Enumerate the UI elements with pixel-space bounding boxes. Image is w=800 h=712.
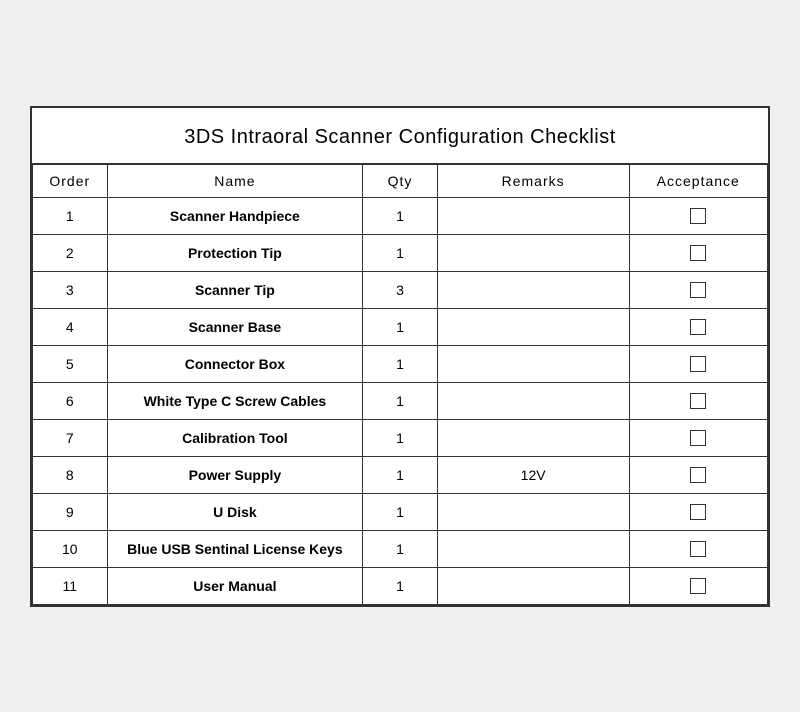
cell-qty: 1 [363, 419, 438, 456]
header-remarks: Remarks [437, 164, 629, 197]
cell-acceptance[interactable] [629, 197, 768, 234]
acceptance-checkbox[interactable] [690, 541, 706, 557]
cell-qty: 1 [363, 530, 438, 567]
table-header-row: Order Name Qty Remarks Acceptance [33, 164, 768, 197]
table-row: 7Calibration Tool1 [33, 419, 768, 456]
acceptance-checkbox[interactable] [690, 282, 706, 298]
table-row: 6White Type C Screw Cables1 [33, 382, 768, 419]
checklist-title: 3DS Intraoral Scanner Configuration Chec… [32, 108, 768, 164]
table-row: 2Protection Tip1 [33, 234, 768, 271]
acceptance-checkbox[interactable] [690, 356, 706, 372]
cell-remarks [437, 345, 629, 382]
header-qty: Qty [363, 164, 438, 197]
acceptance-checkbox[interactable] [690, 430, 706, 446]
cell-acceptance[interactable] [629, 530, 768, 567]
cell-order: 4 [33, 308, 108, 345]
cell-qty: 1 [363, 456, 438, 493]
cell-remarks [437, 382, 629, 419]
cell-qty: 1 [363, 567, 438, 604]
cell-remarks [437, 308, 629, 345]
cell-order: 9 [33, 493, 108, 530]
cell-qty: 1 [363, 197, 438, 234]
cell-name: Power Supply [107, 456, 363, 493]
cell-order: 7 [33, 419, 108, 456]
table-row: 11User Manual1 [33, 567, 768, 604]
header-order: Order [33, 164, 108, 197]
cell-order: 10 [33, 530, 108, 567]
cell-remarks [437, 234, 629, 271]
cell-name: User Manual [107, 567, 363, 604]
checklist-table: Order Name Qty Remarks Acceptance 1Scann… [32, 164, 768, 605]
cell-remarks [437, 493, 629, 530]
acceptance-checkbox[interactable] [690, 393, 706, 409]
acceptance-checkbox[interactable] [690, 245, 706, 261]
cell-name: Blue USB Sentinal License Keys [107, 530, 363, 567]
table-row: 9U Disk1 [33, 493, 768, 530]
acceptance-checkbox[interactable] [690, 319, 706, 335]
header-name: Name [107, 164, 363, 197]
table-row: 1Scanner Handpiece1 [33, 197, 768, 234]
cell-name: Connector Box [107, 345, 363, 382]
acceptance-checkbox[interactable] [690, 504, 706, 520]
cell-acceptance[interactable] [629, 493, 768, 530]
cell-name: U Disk [107, 493, 363, 530]
cell-acceptance[interactable] [629, 456, 768, 493]
cell-order: 8 [33, 456, 108, 493]
cell-remarks: 12V [437, 456, 629, 493]
cell-remarks [437, 530, 629, 567]
table-row: 10Blue USB Sentinal License Keys1 [33, 530, 768, 567]
cell-qty: 1 [363, 234, 438, 271]
cell-acceptance[interactable] [629, 419, 768, 456]
checklist-container: 3DS Intraoral Scanner Configuration Chec… [30, 106, 770, 607]
cell-order: 3 [33, 271, 108, 308]
cell-qty: 1 [363, 382, 438, 419]
cell-acceptance[interactable] [629, 271, 768, 308]
table-body: 1Scanner Handpiece12Protection Tip13Scan… [33, 197, 768, 604]
cell-name: Calibration Tool [107, 419, 363, 456]
cell-acceptance[interactable] [629, 234, 768, 271]
header-acceptance: Acceptance [629, 164, 768, 197]
cell-acceptance[interactable] [629, 567, 768, 604]
acceptance-checkbox[interactable] [690, 208, 706, 224]
table-row: 5Connector Box1 [33, 345, 768, 382]
cell-remarks [437, 419, 629, 456]
cell-remarks [437, 271, 629, 308]
cell-qty: 3 [363, 271, 438, 308]
cell-order: 2 [33, 234, 108, 271]
acceptance-checkbox[interactable] [690, 467, 706, 483]
cell-remarks [437, 197, 629, 234]
cell-order: 1 [33, 197, 108, 234]
cell-order: 6 [33, 382, 108, 419]
cell-name: White Type C Screw Cables [107, 382, 363, 419]
cell-name: Protection Tip [107, 234, 363, 271]
cell-acceptance[interactable] [629, 382, 768, 419]
acceptance-checkbox[interactable] [690, 578, 706, 594]
cell-name: Scanner Tip [107, 271, 363, 308]
cell-acceptance[interactable] [629, 308, 768, 345]
cell-qty: 1 [363, 308, 438, 345]
table-row: 3Scanner Tip3 [33, 271, 768, 308]
cell-order: 11 [33, 567, 108, 604]
table-row: 4Scanner Base1 [33, 308, 768, 345]
cell-order: 5 [33, 345, 108, 382]
cell-acceptance[interactable] [629, 345, 768, 382]
table-row: 8Power Supply112V [33, 456, 768, 493]
cell-qty: 1 [363, 345, 438, 382]
cell-name: Scanner Handpiece [107, 197, 363, 234]
cell-qty: 1 [363, 493, 438, 530]
cell-name: Scanner Base [107, 308, 363, 345]
cell-remarks [437, 567, 629, 604]
